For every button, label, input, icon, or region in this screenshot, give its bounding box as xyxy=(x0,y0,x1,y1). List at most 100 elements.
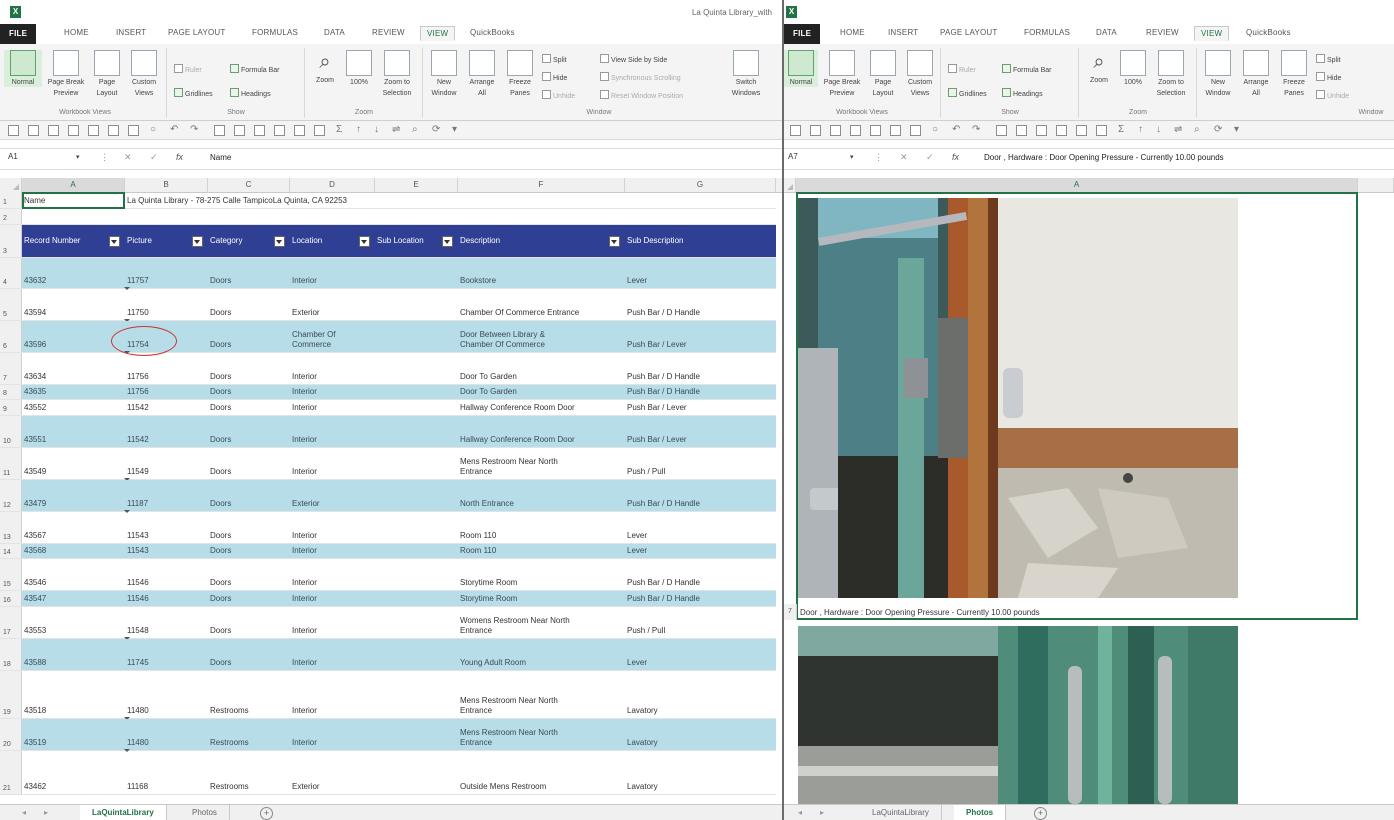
align-right-icon[interactable] xyxy=(1076,125,1087,136)
print-icon[interactable] xyxy=(870,125,881,136)
tab-formulas[interactable]: FORMULAS xyxy=(1024,28,1070,37)
tab-view[interactable]: VIEW xyxy=(1194,26,1230,41)
cell-sub-description[interactable]: Push Bar / D Handle xyxy=(625,591,776,606)
formula-input[interactable]: Name xyxy=(210,153,231,162)
column-header-g[interactable]: G xyxy=(625,178,776,192)
tab-formulas[interactable]: FORMULAS xyxy=(252,28,298,37)
formula-bar-checkbox[interactable]: Formula Bar xyxy=(230,64,280,74)
cell-record-number[interactable]: 43547 xyxy=(22,591,125,606)
freeze-panes-button[interactable]: Freeze Panes xyxy=(1276,50,1312,98)
reset-window-position-button[interactable]: Reset Window Position xyxy=(600,90,683,100)
zoom-button[interactable]: ⌕ Zoom xyxy=(308,50,342,85)
cell-record-number[interactable]: 43632 xyxy=(22,258,125,288)
page-layout-button[interactable]: Page Layout xyxy=(866,50,900,98)
add-sheet-icon[interactable]: + xyxy=(1034,807,1047,820)
cell-location[interactable]: Interior xyxy=(290,512,375,543)
tab-page-layout[interactable]: PAGE LAYOUT xyxy=(168,28,225,37)
align-left-icon[interactable] xyxy=(254,125,265,136)
cell-location[interactable]: Interior xyxy=(290,639,375,670)
cell-sub-description[interactable]: Push Bar / D Handle xyxy=(625,353,776,384)
wrap-text-icon[interactable] xyxy=(1096,125,1107,136)
cell-sub-description[interactable]: Lavatory xyxy=(625,719,776,750)
cell-record-number[interactable]: 43519 xyxy=(22,719,125,750)
print-icon[interactable] xyxy=(88,125,99,136)
cell-location[interactable]: Interior xyxy=(290,400,375,415)
redo-icon[interactable]: ↷ xyxy=(190,124,198,136)
column-header-d[interactable]: D xyxy=(290,178,375,192)
sheet-tab-photos[interactable]: Photos xyxy=(954,805,1007,820)
cell-location[interactable]: Interior xyxy=(290,719,375,750)
cell-b1[interactable]: La Quinta Library - 78-275 Calle Tampico… xyxy=(125,192,625,208)
header-record-number[interactable]: Record Number xyxy=(22,225,125,257)
cell-category[interactable]: Restrooms xyxy=(208,751,290,794)
split-toggle[interactable]: Split xyxy=(1316,54,1341,64)
row-header[interactable]: 1 xyxy=(0,192,22,208)
name-box[interactable]: A1 xyxy=(8,152,18,161)
filter-dropdown-icon[interactable] xyxy=(442,235,453,247)
ruler-checkbox[interactable]: Ruler xyxy=(174,64,202,74)
cell-location[interactable]: Interior xyxy=(290,353,375,384)
cell-location[interactable]: Chamber Of Commerce xyxy=(290,321,375,352)
print-preview-icon[interactable] xyxy=(850,125,861,136)
tab-scroll-left-icon[interactable]: ◂ xyxy=(798,808,802,817)
insert-function-icon[interactable]: fx xyxy=(176,152,183,162)
cell-description[interactable]: Door To Garden xyxy=(458,353,625,384)
row-header[interactable]: 8 xyxy=(0,385,22,399)
cell-description[interactable]: Young Adult Room xyxy=(458,639,625,670)
custom-views-button[interactable]: Custom Views xyxy=(902,50,938,98)
cell-description[interactable]: Chamber Of Commerce Entrance xyxy=(458,289,625,320)
cell-location[interactable]: Interior xyxy=(290,607,375,638)
cell-sub-description[interactable]: Lever xyxy=(625,544,776,558)
headings-checkbox[interactable]: Headings xyxy=(1002,88,1043,98)
row-header[interactable]: 18 xyxy=(0,639,22,670)
normal-view-button[interactable]: Normal xyxy=(4,50,42,87)
cell-category[interactable]: Doors xyxy=(208,639,290,670)
tab-scroll-right-icon[interactable]: ▸ xyxy=(44,808,48,817)
cell-picture[interactable]: 11745 xyxy=(125,639,208,670)
customize-qat-icon[interactable]: ▾ xyxy=(452,124,457,136)
cell-sub-description[interactable]: Push Bar / Lever xyxy=(625,400,776,415)
redo-icon[interactable]: ↷ xyxy=(972,124,980,136)
new-window-button[interactable]: New Window xyxy=(426,50,462,98)
sort-descending-icon[interactable]: ↓ xyxy=(1156,124,1161,136)
cell-category[interactable]: Doors xyxy=(208,607,290,638)
switch-windows-button[interactable]: Switch Windows xyxy=(724,50,768,98)
cell-description[interactable]: Mens Restroom Near North Entrance xyxy=(458,719,625,750)
row-header[interactable]: 3 xyxy=(0,225,22,257)
undo-icon[interactable]: ↶ xyxy=(170,124,178,136)
header-category[interactable]: Category xyxy=(208,225,290,257)
cell-description[interactable]: Bookstore xyxy=(458,258,625,288)
header-location[interactable]: Location xyxy=(290,225,375,257)
cell-sub-description[interactable]: Push Bar / D Handle xyxy=(625,385,776,399)
align-center-icon[interactable] xyxy=(1056,125,1067,136)
headings-checkbox[interactable]: Headings xyxy=(230,88,271,98)
filter-dropdown-icon[interactable] xyxy=(609,235,620,247)
tab-quickbooks[interactable]: QuickBooks xyxy=(470,28,515,37)
cell-description[interactable]: Door Between Library & Chamber Of Commerc… xyxy=(458,321,625,352)
cell-a7-caption[interactable]: Door , Hardware : Door Opening Pressure … xyxy=(800,608,1040,617)
column-header-a[interactable]: A xyxy=(22,178,125,192)
cell-sub-description[interactable]: Lever xyxy=(625,639,776,670)
cell-picture[interactable]: 11543 xyxy=(125,512,208,543)
cell-category[interactable]: Doors xyxy=(208,544,290,558)
print-preview-icon[interactable] xyxy=(68,125,79,136)
row-header[interactable]: 9 xyxy=(0,400,22,415)
undo-icon[interactable]: ↶ xyxy=(952,124,960,136)
column-header-b[interactable] xyxy=(1358,178,1394,192)
zoom-100-button[interactable]: 100% xyxy=(1118,50,1148,87)
add-sheet-icon[interactable]: + xyxy=(260,807,273,820)
spelling-icon[interactable]: ○ xyxy=(932,124,938,136)
cell-description[interactable]: Door To Garden xyxy=(458,385,625,399)
select-all-corner[interactable] xyxy=(784,178,796,192)
cell-picture[interactable]: 11546 xyxy=(125,591,208,606)
tab-review[interactable]: REVIEW xyxy=(372,28,405,37)
cell-picture[interactable]: 11480 xyxy=(125,719,208,750)
column-header-c[interactable]: C xyxy=(208,178,290,192)
cell-description[interactable]: Hallway Conference Room Door xyxy=(458,416,625,447)
name-box[interactable]: A7 xyxy=(788,152,798,161)
cell-category[interactable]: Doors xyxy=(208,400,290,415)
cell-location[interactable]: Interior xyxy=(290,544,375,558)
column-header-b[interactable]: B xyxy=(125,178,208,192)
refresh-icon[interactable]: ⟳ xyxy=(1214,124,1222,136)
tab-scroll-left-icon[interactable]: ◂ xyxy=(22,808,26,817)
